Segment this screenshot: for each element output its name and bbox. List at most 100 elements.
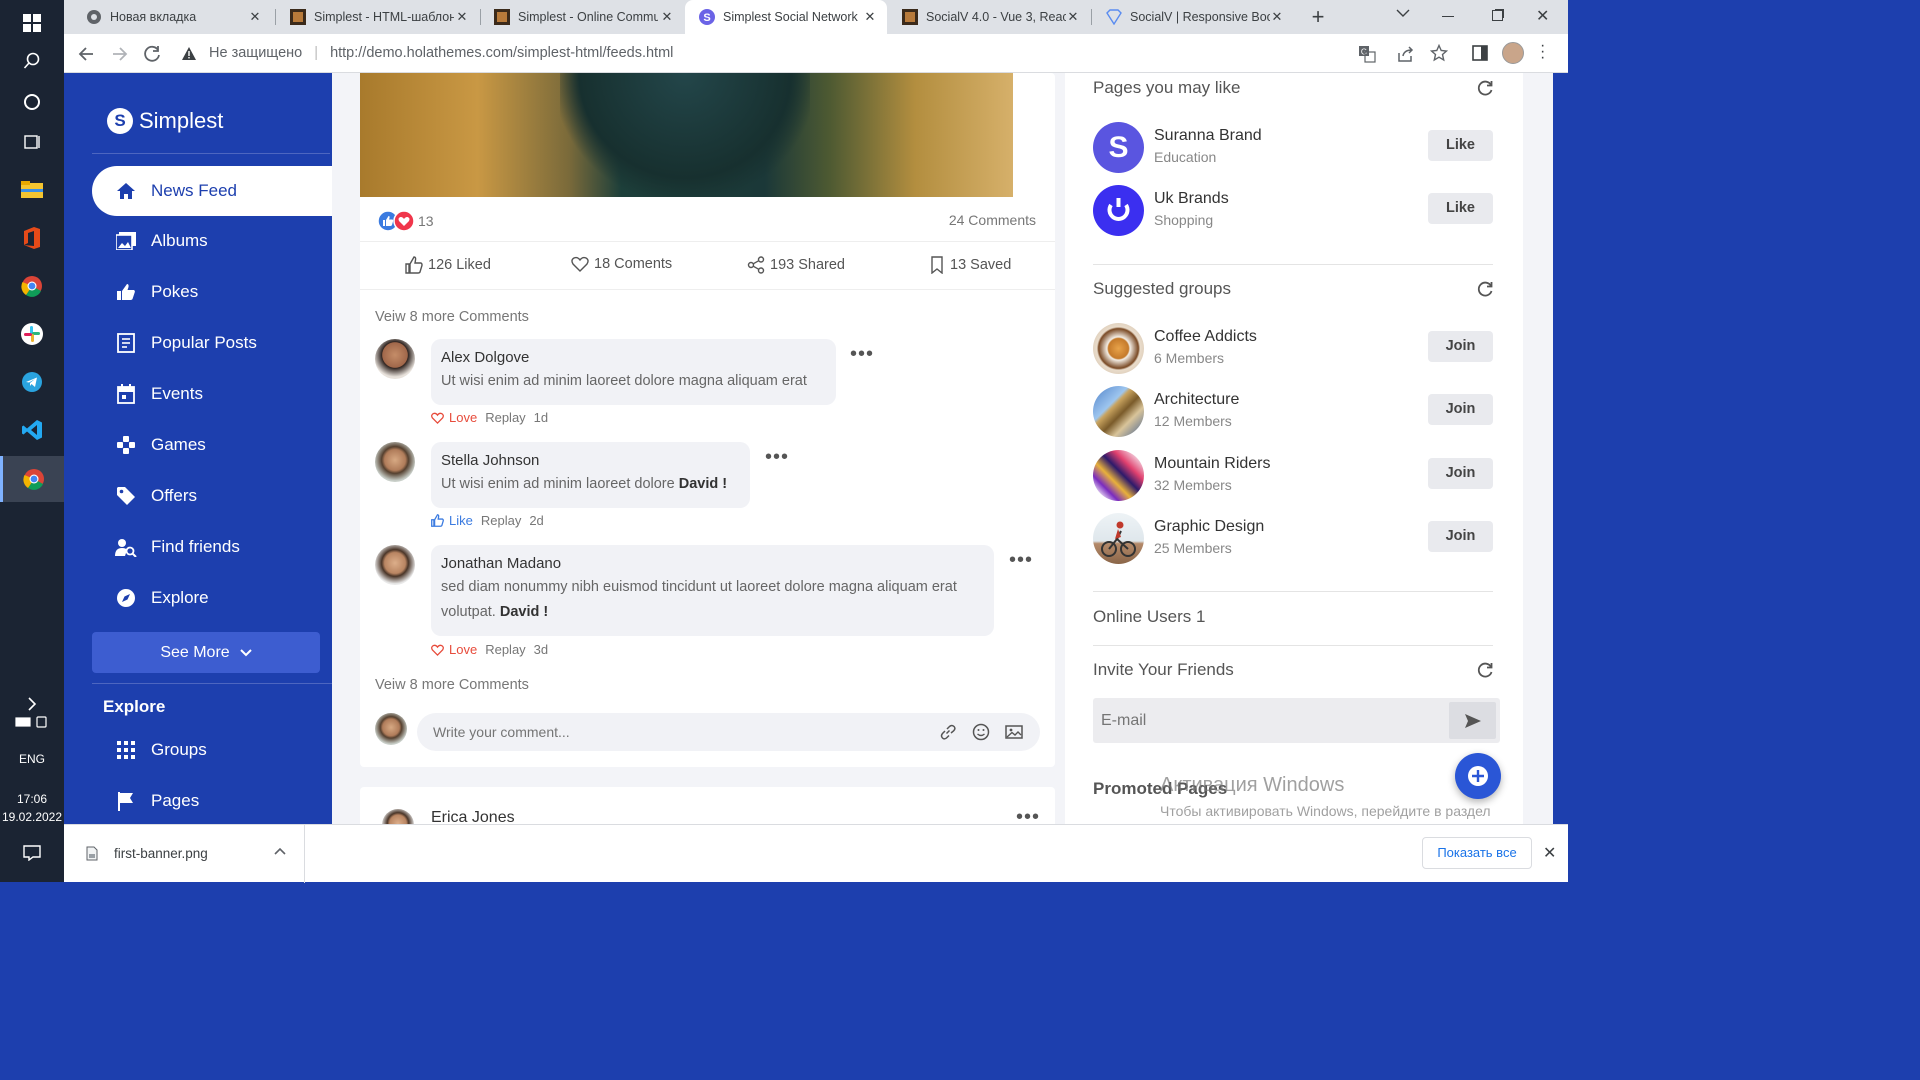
reaction-summary[interactable]: 13: [377, 210, 434, 232]
comment-author[interactable]: Alex Dolgove: [441, 349, 826, 366]
love-reaction-link[interactable]: Love: [449, 642, 477, 657]
image-upload-icon[interactable]: [1005, 723, 1023, 741]
comment-options-icon[interactable]: •••: [1009, 550, 1033, 570]
tab-search-chevron-icon[interactable]: [1396, 8, 1410, 18]
comment-text-field[interactable]: [433, 713, 913, 751]
join-group-button[interactable]: Join: [1428, 394, 1493, 425]
sidebar-item-news-feed[interactable]: News Feed: [92, 166, 332, 216]
sidebar-item-find-friends[interactable]: Find friends: [92, 522, 332, 572]
sidebar-item-albums[interactable]: Albums: [92, 216, 332, 266]
task-view-icon[interactable]: [0, 119, 64, 165]
comment-author[interactable]: Jonathan Madano: [441, 555, 984, 572]
sidebar-item-games[interactable]: Games: [92, 420, 332, 470]
avatar[interactable]: [375, 713, 407, 745]
sidebar-item-popular-posts[interactable]: Popular Posts: [92, 318, 332, 368]
mountain-riders-image[interactable]: [1093, 450, 1144, 501]
restore-window-icon[interactable]: [1492, 10, 1503, 21]
browser-tab-3-active[interactable]: S Simplest Social Network ✕: [685, 0, 887, 34]
see-more-button[interactable]: See More: [92, 632, 320, 673]
close-tab-icon[interactable]: ✕: [863, 10, 877, 24]
group-name[interactable]: Graphic Design: [1154, 518, 1264, 536]
thumbs-up-icon[interactable]: [431, 514, 444, 527]
view-more-comments-link[interactable]: Veiw 8 more Comments: [375, 677, 529, 693]
translate-icon[interactable]: G: [1358, 45, 1376, 63]
love-icon[interactable]: [431, 412, 444, 424]
back-arrow-icon[interactable]: [76, 43, 98, 65]
join-group-button[interactable]: Join: [1428, 331, 1493, 362]
bookmark-star-icon[interactable]: [1430, 44, 1448, 62]
warning-icon[interactable]: [182, 47, 196, 60]
avatar[interactable]: [375, 442, 415, 482]
attach-link-icon[interactable]: [939, 723, 957, 741]
love-icon[interactable]: [431, 644, 444, 656]
chevron-up-icon[interactable]: [274, 847, 286, 855]
sidebar-item-events[interactable]: Events: [92, 369, 332, 419]
slack-icon[interactable]: [0, 311, 64, 357]
comment-author[interactable]: Stella Johnson: [441, 452, 740, 469]
join-group-button[interactable]: Join: [1428, 458, 1493, 489]
like-page-button[interactable]: Like: [1428, 193, 1493, 224]
refresh-icon[interactable]: [1476, 280, 1494, 298]
comment-input[interactable]: [417, 713, 1040, 751]
post-options-icon[interactable]: •••: [1016, 807, 1040, 824]
share-action-button[interactable]: 193 Shared: [747, 256, 845, 274]
forward-arrow-icon[interactable]: [108, 43, 130, 65]
browser-tab-5[interactable]: SocialV | Responsive Boot ✕: [1092, 0, 1294, 34]
reply-link[interactable]: Replay: [485, 410, 525, 425]
join-group-button[interactable]: Join: [1428, 521, 1493, 552]
mention[interactable]: David !: [679, 476, 727, 492]
chrome-icon[interactable]: [0, 263, 64, 309]
close-tab-icon[interactable]: ✕: [248, 10, 262, 24]
side-panel-icon[interactable]: [1472, 45, 1488, 61]
coffee-addicts-image[interactable]: [1093, 323, 1144, 374]
minimize-window-icon[interactable]: [1442, 16, 1454, 17]
browser-menu-icon[interactable]: · · ·: [1540, 38, 1545, 66]
send-invite-button[interactable]: [1449, 702, 1496, 739]
reply-link[interactable]: Replay: [485, 642, 525, 657]
refresh-icon[interactable]: [1476, 79, 1494, 97]
sidebar-item-groups[interactable]: Groups: [92, 725, 332, 775]
language-indicator[interactable]: ENG: [0, 752, 64, 766]
page-name[interactable]: Suranna Brand: [1154, 127, 1262, 145]
page-name[interactable]: Uk Brands: [1154, 190, 1229, 208]
refresh-icon[interactable]: [1476, 661, 1494, 679]
close-tab-icon[interactable]: ✕: [660, 10, 674, 24]
post-image[interactable]: [360, 73, 1013, 197]
notifications-icon[interactable]: [0, 830, 64, 876]
brand-logo[interactable]: S Simplest: [107, 108, 223, 134]
omnibox[interactable]: Не защищено | http://demo.holathemes.com…: [209, 39, 1519, 68]
sidebar-item-offers[interactable]: Offers: [92, 471, 332, 521]
uk-brands-logo[interactable]: [1093, 185, 1144, 236]
file-explorer-icon[interactable]: [0, 167, 64, 213]
avatar[interactable]: [375, 545, 415, 585]
group-name[interactable]: Architecture: [1154, 391, 1239, 409]
browser-tab-1[interactable]: Simplest - HTML-шаблон ✕: [276, 0, 479, 34]
reload-icon[interactable]: [141, 43, 163, 65]
sidebar-item-explore[interactable]: Explore: [92, 573, 332, 623]
share-page-icon[interactable]: [1397, 45, 1415, 63]
search-icon[interactable]: [0, 38, 64, 84]
post-author[interactable]: Erica Jones: [431, 809, 515, 824]
save-action-button[interactable]: 13 Saved: [930, 256, 1011, 274]
group-name[interactable]: Coffee Addicts: [1154, 328, 1257, 346]
chrome-active-icon[interactable]: [0, 456, 64, 502]
browser-tab-2[interactable]: Simplest - Online Commu ✕: [480, 0, 684, 34]
comment-action-button[interactable]: 18 Coments: [571, 256, 672, 272]
reply-link[interactable]: Replay: [481, 513, 521, 528]
profile-avatar[interactable]: [1502, 42, 1524, 64]
floating-add-button[interactable]: [1455, 753, 1501, 799]
mention[interactable]: David !: [500, 604, 548, 620]
close-downloads-icon[interactable]: ✕: [1543, 843, 1556, 863]
close-tab-icon[interactable]: ✕: [455, 10, 469, 24]
close-window-icon[interactable]: ✕: [1536, 6, 1549, 26]
vscode-icon[interactable]: [0, 407, 64, 453]
browser-tab-4[interactable]: SocialV 4.0 - Vue 3, React ✕: [888, 0, 1090, 34]
graphic-design-image[interactable]: [1093, 513, 1144, 564]
like-action-button[interactable]: 126 Liked: [405, 256, 491, 274]
email-field[interactable]: [1101, 698, 1441, 743]
browser-tab-0[interactable]: Новая вкладка ✕: [72, 0, 272, 34]
sidebar-item-pages[interactable]: Pages: [92, 776, 332, 824]
sidebar-item-pokes[interactable]: Pokes: [92, 267, 332, 317]
close-tab-icon[interactable]: ✕: [1066, 10, 1080, 24]
comment-options-icon[interactable]: •••: [765, 447, 789, 467]
